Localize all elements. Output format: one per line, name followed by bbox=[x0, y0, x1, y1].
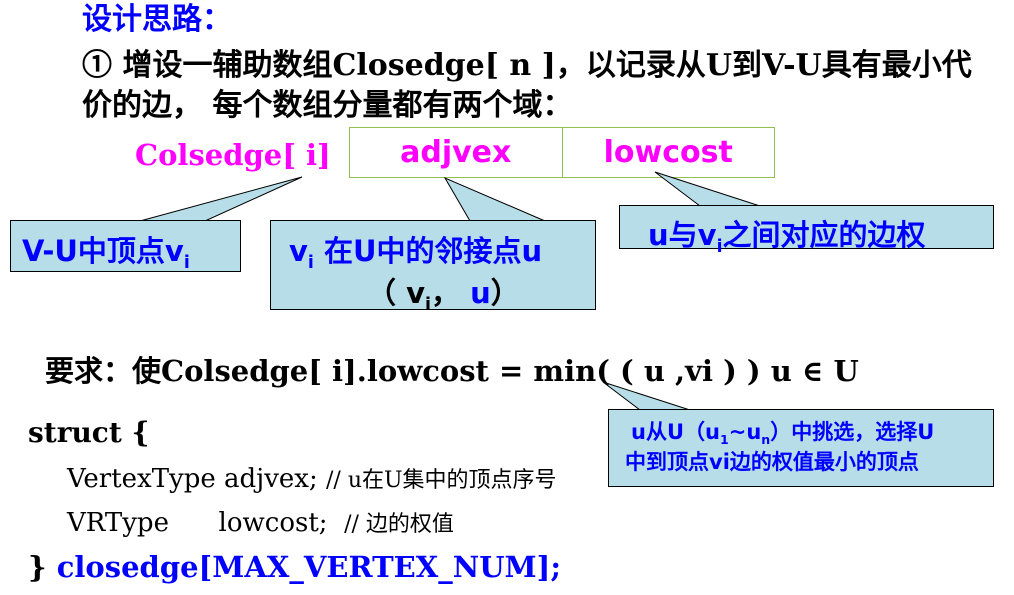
callout-edge-weight-text: u与vi之间对应的边权 bbox=[648, 218, 926, 257]
struct-close: } closedge[MAX_VERTEX_NUM]; bbox=[28, 550, 562, 584]
code-comment: // u在U集中的顶点序号 bbox=[326, 468, 557, 493]
callout-vi-line-1: vi 在U中的邻接点u bbox=[289, 234, 543, 273]
callout-select-line-1: u从U（u1~un）中挑选，选择U bbox=[631, 420, 935, 448]
callout-vu-text: V-U中顶点vi bbox=[22, 234, 190, 273]
struct-open: struct { bbox=[28, 416, 150, 449]
struct-member-adjvex: VertexType adjvex; // u在U集中的顶点序号 bbox=[67, 464, 557, 494]
code-comment: // 边的权值 bbox=[344, 512, 454, 537]
callout-vi-line-2: （ vi， u） bbox=[367, 276, 520, 315]
requirement-formula: 要求：使Colsedge[ i].lowcost = min( ( u ,vi … bbox=[45, 354, 859, 388]
pointer-u bbox=[654, 171, 761, 207]
pointer-vu bbox=[139, 176, 303, 222]
struct-member-lowcost: VRType lowcost; // 边的权值 bbox=[67, 508, 454, 538]
pointer-vi bbox=[443, 176, 546, 222]
callout-select-line-2: 中到顶点vi边的权值最小的顶点 bbox=[625, 450, 919, 474]
